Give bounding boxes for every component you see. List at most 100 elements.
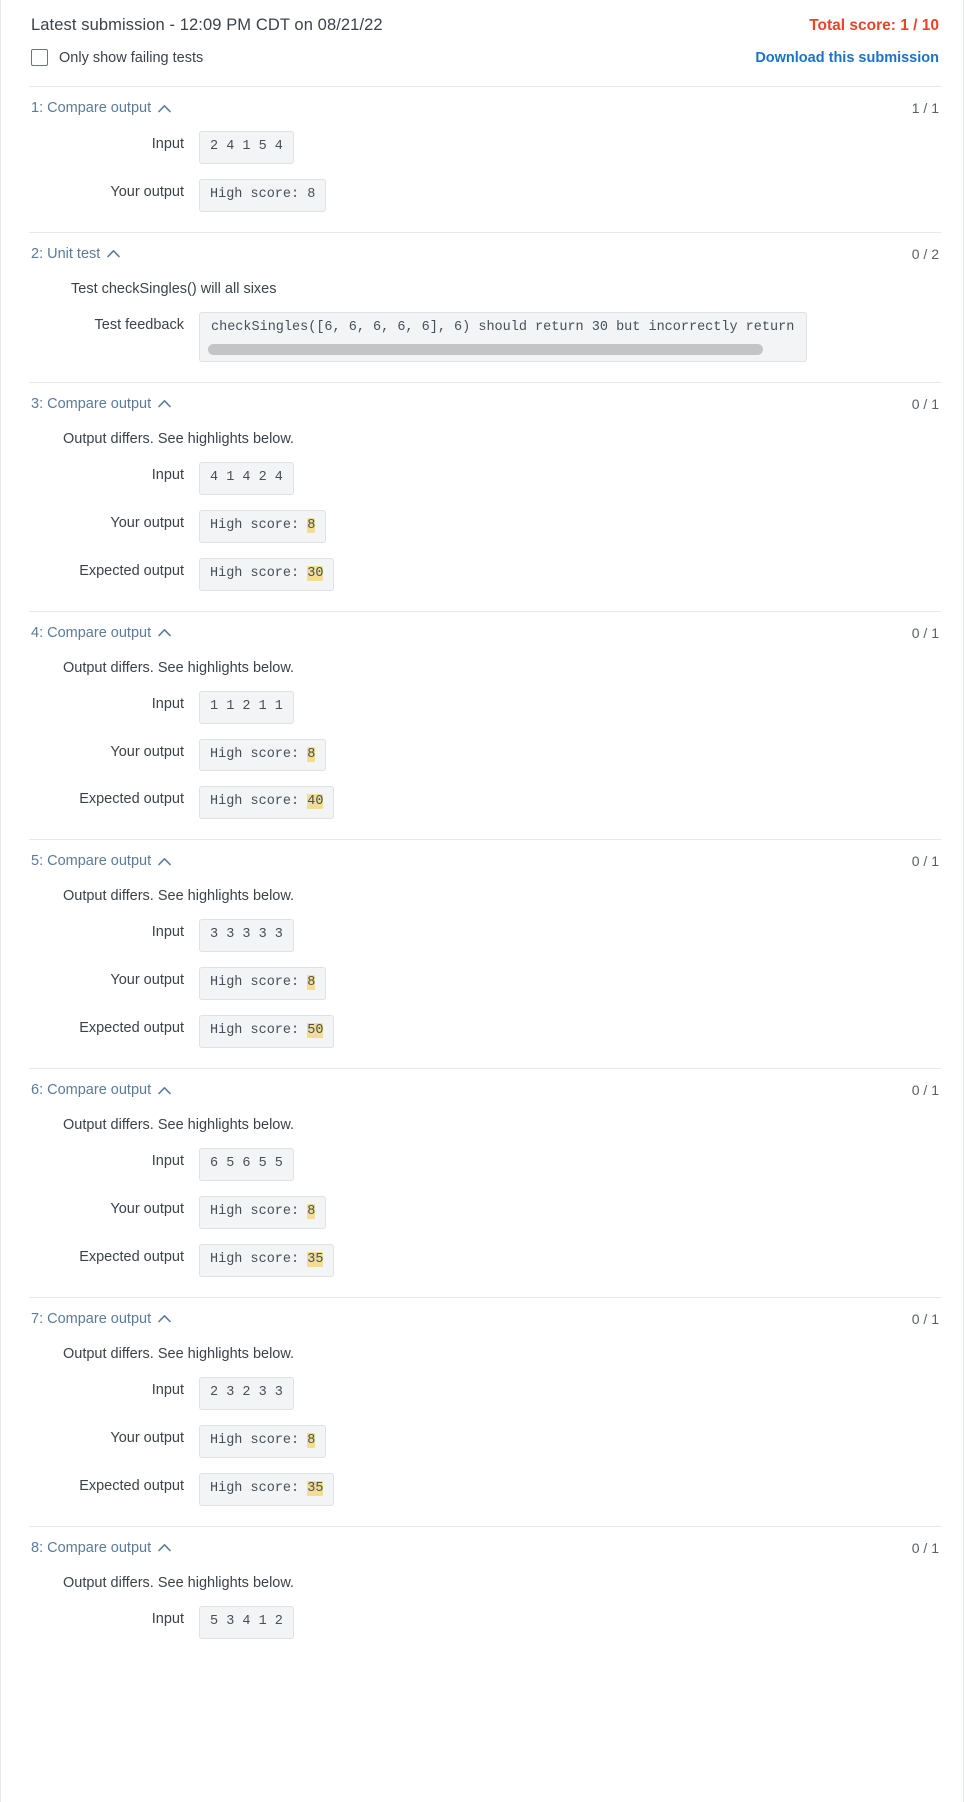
test-toggle[interactable]: 3: Compare output bbox=[31, 396, 171, 412]
your-output-label: Your output bbox=[110, 183, 184, 200]
your-output-value: High score: 8 bbox=[199, 1196, 327, 1229]
test-toggle[interactable]: 2: Unit test bbox=[31, 246, 121, 262]
checkbox-icon[interactable] bbox=[31, 49, 48, 66]
your-output-value: High score: 8 bbox=[199, 509, 327, 543]
diff-note: Output differs. See highlights below. bbox=[63, 1345, 295, 1362]
diff-highlight: 8 bbox=[307, 517, 316, 533]
input-label: Input bbox=[151, 1610, 184, 1627]
result-row: Expected output High score: 35 bbox=[29, 1243, 941, 1277]
expected-output-label: Expected output bbox=[79, 562, 184, 579]
chevron-up-icon[interactable] bbox=[158, 1086, 171, 1095]
your-output-label: Your output bbox=[110, 514, 184, 531]
expected-output-value: High score: 50 bbox=[199, 1015, 335, 1049]
feedback-scrollbar[interactable] bbox=[200, 343, 806, 361]
expected-output-label: Expected output bbox=[79, 1248, 184, 1265]
test-header: 1: Compare output 1 / 1 bbox=[29, 100, 941, 116]
diff-highlight: 8 bbox=[307, 746, 316, 762]
diff-highlight: 35 bbox=[307, 1480, 324, 1496]
test-feedback-text: checkSingles([6, 6, 6, 6, 6], 6) should … bbox=[211, 319, 795, 335]
submission-controls: Only show failing tests Download this su… bbox=[29, 35, 941, 66]
test-toggle[interactable]: 5: Compare output bbox=[31, 853, 171, 869]
input-label: Input bbox=[151, 695, 184, 712]
diff-note: Output differs. See highlights below. bbox=[63, 430, 295, 447]
test-header: 7: Compare output 0 / 1 bbox=[29, 1311, 941, 1327]
result-row: Expected output High score: 40 bbox=[29, 786, 941, 820]
test-title-label: 1: Compare output bbox=[31, 100, 152, 116]
test-toggle[interactable]: 8: Compare output bbox=[31, 1540, 171, 1556]
submission-results-page: Latest submission - 12:09 PM CDT on 08/2… bbox=[0, 0, 964, 1802]
result-row: Expected output High score: 50 bbox=[29, 1015, 941, 1049]
diff-highlight: 8 bbox=[307, 1432, 316, 1448]
test-toggle[interactable]: 4: Compare output bbox=[31, 625, 171, 641]
test-toggle[interactable]: 6: Compare output bbox=[31, 1082, 171, 1098]
test-case: 4: Compare output 0 / 1 Output differs. Se… bbox=[29, 610, 941, 840]
test-header: 4: Compare output 0 / 1 bbox=[29, 625, 941, 641]
your-output-label: Your output bbox=[110, 972, 184, 989]
expected-output-label: Expected output bbox=[79, 1477, 184, 1494]
your-output-label: Your output bbox=[110, 1429, 184, 1446]
chevron-up-icon[interactable] bbox=[158, 857, 171, 866]
chevron-up-icon[interactable] bbox=[158, 399, 171, 408]
diff-highlight: 8 bbox=[307, 1204, 316, 1220]
test-header: 8: Compare output 0 / 1 bbox=[29, 1540, 941, 1556]
input-label: Input bbox=[151, 924, 184, 941]
test-score: 1 / 1 bbox=[911, 100, 939, 116]
download-submission-link[interactable]: Download this submission bbox=[755, 50, 939, 66]
test-score: 0 / 1 bbox=[911, 1539, 939, 1556]
submission-title: Latest submission - 12:09 PM CDT on 08/2… bbox=[31, 16, 383, 34]
chevron-up-icon[interactable] bbox=[158, 628, 171, 637]
chevron-up-icon[interactable] bbox=[158, 1543, 171, 1552]
test-header: 5: Compare output 0 / 1 bbox=[29, 853, 941, 869]
test-toggle[interactable]: 1: Compare output bbox=[31, 100, 171, 116]
result-row: Your output High score: 8 bbox=[29, 178, 941, 212]
test-case: 5: Compare output 0 / 1 Output differs. Se… bbox=[29, 839, 941, 1068]
diff-highlight: 35 bbox=[307, 1251, 324, 1267]
result-row: Input 2 4 1 5 4 bbox=[29, 131, 941, 164]
result-row: Input 4 1 4 2 4 bbox=[29, 461, 941, 495]
test-score: 0 / 1 bbox=[911, 624, 939, 641]
scrollbar-thumb[interactable] bbox=[208, 343, 763, 355]
diff-note: Output differs. See highlights below. bbox=[63, 1574, 295, 1591]
expected-output-value: High score: 40 bbox=[199, 786, 335, 820]
scrollbar-track[interactable] bbox=[208, 343, 798, 355]
test-case: 6: Compare output 0 / 1 Output differs. Se… bbox=[29, 1068, 941, 1297]
unit-test-description: Test checkSingles() will all sixes bbox=[71, 280, 277, 297]
test-header: 3: Compare output 0 / 1 bbox=[29, 396, 941, 412]
your-output-value: High score: 8 bbox=[199, 1424, 327, 1458]
only-failing-tests-checkbox[interactable]: Only show failing tests bbox=[31, 49, 203, 66]
test-score: 0 / 1 bbox=[911, 1310, 939, 1327]
result-row: Your output High score: 8 bbox=[29, 967, 941, 1001]
test-feedback-label: Test feedback bbox=[94, 316, 184, 333]
chevron-up-icon[interactable] bbox=[107, 249, 121, 258]
your-output-value: High score: 8 bbox=[199, 967, 327, 1001]
test-case: 3: Compare output 0 / 1 Output differs. Se… bbox=[29, 381, 941, 611]
diff-highlight: 30 bbox=[307, 565, 324, 581]
chevron-up-icon[interactable] bbox=[158, 104, 171, 113]
your-output-value: High score: 8 bbox=[199, 178, 327, 212]
test-toggle[interactable]: 7: Compare output bbox=[31, 1311, 171, 1327]
diff-highlight: 50 bbox=[307, 1023, 324, 1039]
test-title-label: 5: Compare output bbox=[31, 853, 152, 870]
expected-output-label: Expected output bbox=[79, 1020, 184, 1037]
input-label: Input bbox=[151, 1381, 184, 1398]
diff-highlight: 8 bbox=[307, 975, 316, 991]
test-score: 0 / 1 bbox=[911, 1082, 939, 1099]
test-feedback-box: checkSingles([6, 6, 6, 6, 6], 6) should … bbox=[199, 311, 807, 362]
chevron-up-icon[interactable] bbox=[158, 1314, 171, 1323]
result-row: Your output High score: 8 bbox=[29, 738, 941, 772]
result-row: Input 2 3 2 3 3 bbox=[29, 1376, 941, 1410]
your-output-label: Your output bbox=[110, 1201, 184, 1218]
input-value: 2 3 2 3 3 bbox=[199, 1376, 294, 1410]
result-row: Input 3 3 3 3 3 bbox=[29, 919, 941, 953]
input-value: 6 5 6 5 5 bbox=[199, 1148, 294, 1182]
input-value: 4 1 4 2 4 bbox=[199, 461, 294, 495]
result-row: Your output High score: 8 bbox=[29, 509, 941, 543]
test-title-label: 8: Compare output bbox=[31, 1539, 152, 1556]
your-output-value: High score: 8 bbox=[199, 738, 327, 772]
test-list: 1: Compare output 1 / 1 Input 2 4 1 5 4 Your… bbox=[29, 86, 941, 1659]
test-case: 7: Compare output 0 / 1 Output differs. Se… bbox=[29, 1296, 941, 1526]
input-value: 1 1 2 1 1 bbox=[199, 690, 294, 724]
result-row: Input 5 3 4 1 2 bbox=[29, 1605, 941, 1639]
only-failing-tests-label: Only show failing tests bbox=[59, 49, 204, 66]
submission-header: Latest submission - 12:09 PM CDT on 08/2… bbox=[29, 0, 941, 35]
